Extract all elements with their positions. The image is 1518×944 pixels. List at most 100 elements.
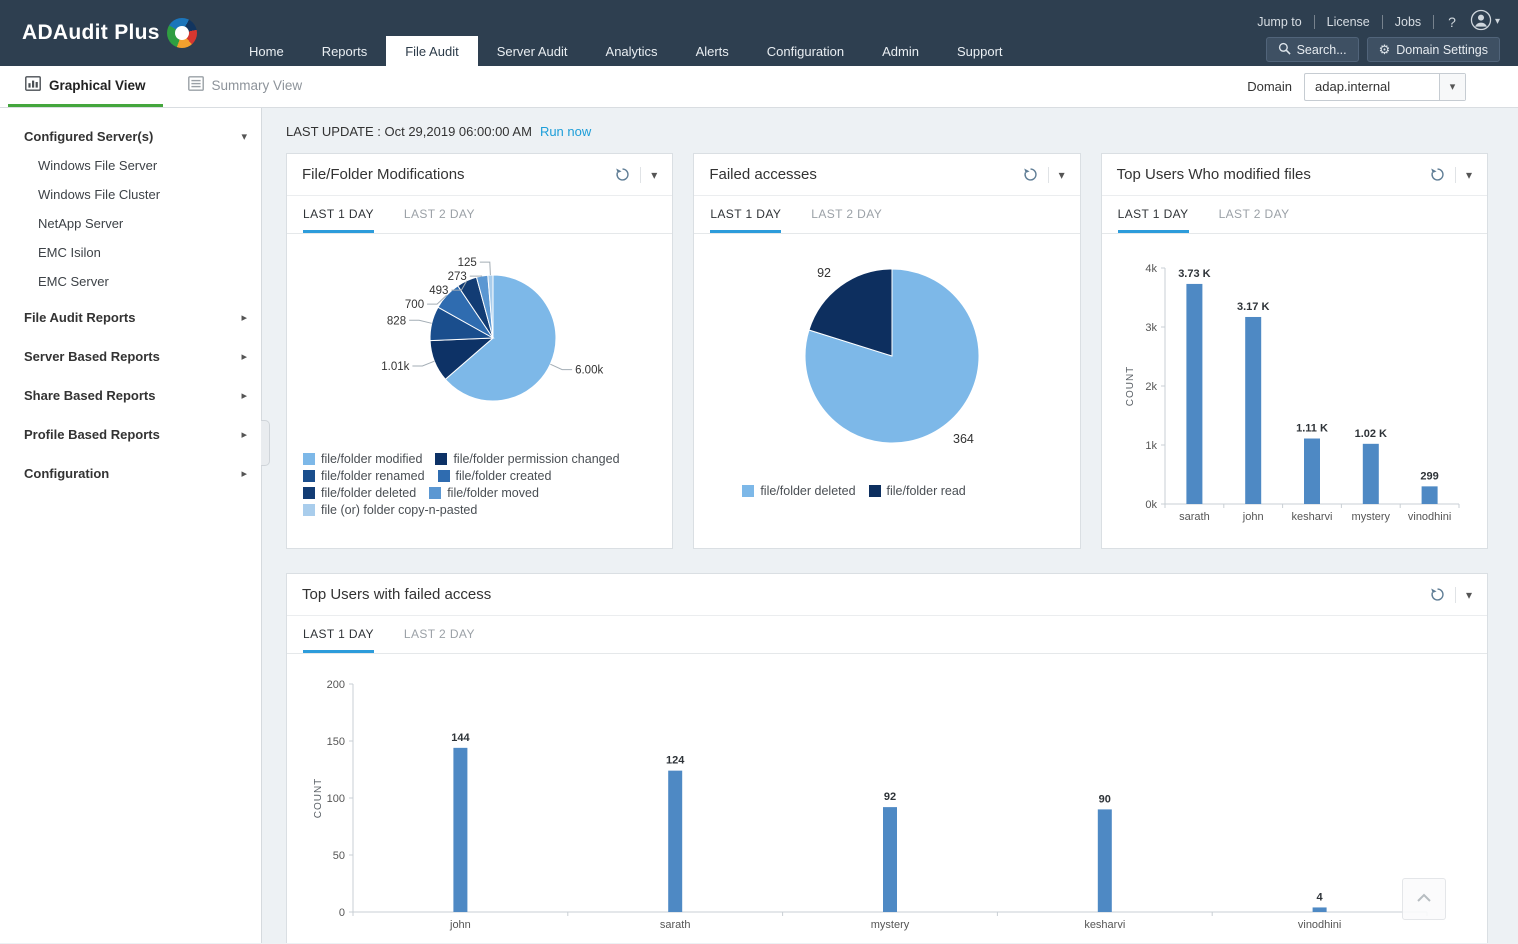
graphical-view-icon	[25, 76, 41, 94]
svg-text:kesharvi: kesharvi	[1084, 919, 1125, 931]
nav-item-analytics[interactable]: Analytics	[587, 36, 677, 66]
brand[interactable]: ADAudit Plus	[22, 0, 197, 66]
svg-text:1.11 K: 1.11 K	[1296, 423, 1328, 435]
domain-select[interactable]: adap.internal ▾	[1304, 73, 1466, 101]
sidebar-section-profile-based-reports[interactable]: Profile Based Reports▸	[0, 417, 261, 452]
svg-text:sarath: sarath	[1179, 511, 1210, 523]
nav-item-file-audit[interactable]: File Audit	[386, 36, 477, 66]
card-title: Top Users Who modified files	[1117, 166, 1311, 183]
svg-text:124: 124	[666, 755, 685, 767]
svg-text:150: 150	[327, 736, 345, 748]
svg-text:COUNT: COUNT	[313, 778, 324, 819]
card-title: File/Folder Modifications	[302, 166, 465, 183]
nav-item-home[interactable]: Home	[230, 36, 303, 66]
sidebar-item-windows-file-cluster[interactable]: Windows File Cluster	[0, 180, 261, 209]
refresh-icon[interactable]	[1430, 167, 1445, 182]
search-button[interactable]: Search...	[1266, 37, 1359, 62]
tab-last-2-day[interactable]: LAST 2 DAY	[404, 207, 475, 233]
nav-item-configuration[interactable]: Configuration	[748, 36, 863, 66]
chevron-down-icon[interactable]: ▾	[1466, 168, 1472, 182]
failed-accesses-pie-chart: 92364	[712, 238, 1062, 482]
tab-last-2-day[interactable]: LAST 2 DAY	[1219, 207, 1290, 233]
nav-item-reports[interactable]: Reports	[303, 36, 387, 66]
view-switch-bar: Graphical View Summary View Domain adap.…	[0, 66, 1518, 108]
chevron-right-icon: ▸	[241, 311, 247, 324]
sidebar-collapse-handle[interactable]	[261, 420, 270, 466]
user-menu[interactable]: ▾	[1470, 9, 1500, 34]
chevron-down-icon[interactable]: ▾	[1466, 588, 1472, 602]
legend-swatch	[303, 504, 315, 516]
search-icon	[1278, 42, 1291, 58]
domain-label: Domain	[1247, 79, 1292, 94]
tab-summary-view[interactable]: Summary View	[171, 66, 320, 107]
refresh-icon[interactable]	[1023, 167, 1038, 182]
svg-text:kesharvi: kesharvi	[1292, 511, 1333, 523]
nav-item-alerts[interactable]: Alerts	[677, 36, 748, 66]
legend-item-file-folder-read: file/folder read	[869, 484, 966, 498]
svg-text:90: 90	[1099, 793, 1111, 805]
tab-last-1-day[interactable]: LAST 1 DAY	[303, 207, 374, 233]
tab-last-2-day[interactable]: LAST 2 DAY	[404, 627, 475, 653]
card-title: Failed accesses	[709, 166, 817, 183]
legend-label: file/folder deleted	[321, 486, 416, 500]
top-navbar: ADAudit Plus Jump toLicenseJobs ? ▾ Home…	[0, 0, 1518, 66]
card-file-folder-modifications: File/Folder Modifications ▾ LAST 1 DAY LA…	[286, 153, 673, 549]
user-icon	[1470, 9, 1492, 34]
legend-swatch	[438, 470, 450, 482]
sidebar-section-label: Share Based Reports	[24, 388, 156, 403]
legend-item-file-folder-deleted: file/folder deleted	[742, 484, 855, 498]
tab-last-1-day[interactable]: LAST 1 DAY	[1118, 207, 1189, 233]
run-now-link[interactable]: Run now	[540, 124, 591, 139]
svg-text:3.17 K: 3.17 K	[1237, 301, 1269, 313]
nav-item-admin[interactable]: Admin	[863, 36, 938, 66]
help-icon[interactable]: ?	[1434, 14, 1470, 30]
sidebar-section-label: Server Based Reports	[24, 349, 160, 364]
svg-text:COUNT: COUNT	[1125, 366, 1136, 407]
sidebar-item-windows-file-server[interactable]: Windows File Server	[0, 151, 261, 180]
sidebar-item-emc-isilon[interactable]: EMC Isilon	[0, 238, 261, 267]
quick-link-license[interactable]: License	[1315, 15, 1383, 29]
sidebar-section-label: Configured Server(s)	[24, 129, 153, 144]
svg-text:vinodhini: vinodhini	[1298, 919, 1341, 931]
sidebar-section-configuration[interactable]: Configuration▸	[0, 456, 261, 491]
scroll-top-button[interactable]	[1402, 878, 1446, 920]
card-failed-accesses: Failed accesses ▾ LAST 1 DAY LAST 2 DAY	[693, 153, 1080, 549]
search-button-label: Search...	[1297, 43, 1347, 57]
top-modifiers-bar-chart: 0k1k2k3k4kCOUNT3.73 Ksarath3.17 Kjohn1.1…	[1119, 238, 1469, 538]
legend-label: file/folder renamed	[321, 469, 425, 483]
nav-item-server-audit[interactable]: Server Audit	[478, 36, 587, 66]
refresh-icon[interactable]	[615, 167, 630, 182]
sidebar-item-emc-server[interactable]: EMC Server	[0, 267, 261, 296]
tab-last-2-day[interactable]: LAST 2 DAY	[811, 207, 882, 233]
legend-swatch	[303, 487, 315, 499]
domain-settings-button[interactable]: ⚙ Domain Settings	[1367, 37, 1500, 62]
svg-text:92: 92	[884, 791, 896, 803]
tab-last-1-day[interactable]: LAST 1 DAY	[303, 627, 374, 653]
modifications-legend: file/folder modifiedfile/folder permissi…	[287, 450, 672, 520]
sidebar-section-configured-servers[interactable]: Configured Server(s) ▾	[0, 122, 261, 151]
refresh-icon[interactable]	[1430, 587, 1445, 602]
sidebar-section-share-based-reports[interactable]: Share Based Reports▸	[0, 378, 261, 413]
quick-link-jobs[interactable]: Jobs	[1383, 15, 1434, 29]
nav-item-support[interactable]: Support	[938, 36, 1022, 66]
chevron-down-icon[interactable]: ▾	[1059, 168, 1065, 182]
sidebar-section-server-based-reports[interactable]: Server Based Reports▸	[0, 339, 261, 374]
svg-text:3.73 K: 3.73 K	[1179, 268, 1211, 280]
legend-swatch	[742, 485, 754, 497]
svg-text:6.00k: 6.00k	[575, 365, 603, 377]
svg-text:john: john	[1242, 511, 1264, 523]
chevron-down-icon[interactable]: ▾	[651, 168, 657, 182]
quick-link-jump-to[interactable]: Jump to	[1245, 15, 1314, 29]
tab-graphical-view[interactable]: Graphical View	[8, 66, 163, 107]
card-top-users-failed-access: Top Users with failed access ▾ LAST 1 DA…	[286, 573, 1488, 943]
legend-label: file/folder permission changed	[453, 452, 619, 466]
sidebar-section-file-audit-reports[interactable]: File Audit Reports▸	[0, 300, 261, 335]
svg-text:3k: 3k	[1146, 322, 1158, 334]
legend-swatch	[303, 453, 315, 465]
svg-text:144: 144	[451, 732, 470, 744]
legend-swatch	[869, 485, 881, 497]
domain-settings-label: Domain Settings	[1396, 43, 1488, 57]
tab-last-1-day[interactable]: LAST 1 DAY	[710, 207, 781, 233]
sidebar-item-netapp-server[interactable]: NetApp Server	[0, 209, 261, 238]
svg-text:1.01k: 1.01k	[381, 361, 409, 373]
